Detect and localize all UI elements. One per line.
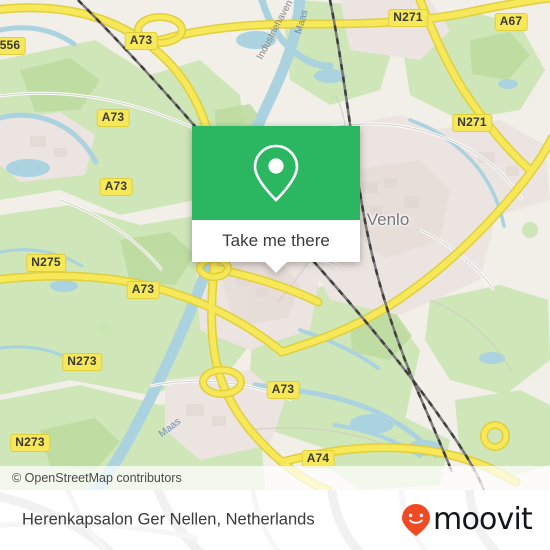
openstreetmap-attribution[interactable]: © OpenStreetMap contributors [0, 471, 182, 485]
map-canvas[interactable]: Venlo Industriehaven Maas Maas 556 A73 N… [0, 0, 550, 490]
road-shield-556[interactable]: 556 [0, 37, 26, 55]
footer-bar: Herenkapsalon Ger Nellen, Netherlands mo… [0, 490, 550, 550]
road-shield-n271[interactable]: N271 [452, 114, 492, 132]
screenshot-root: Venlo Industriehaven Maas Maas 556 A73 N… [0, 0, 550, 550]
take-me-there-popup[interactable]: Take me there [192, 126, 360, 273]
road-shield-a73[interactable]: A73 [124, 32, 158, 50]
road-shield-a67[interactable]: A67 [494, 13, 528, 31]
take-me-there-label: Take me there [222, 231, 330, 250]
road-shield-n275[interactable]: N275 [26, 254, 66, 272]
road-shield-n273[interactable]: N273 [10, 434, 50, 452]
moovit-wordmark: moovit [433, 502, 533, 537]
road-shield-n273[interactable]: N273 [62, 353, 102, 371]
moovit-brand[interactable]: moovit [401, 502, 533, 537]
road-shield-n271[interactable]: N271 [388, 9, 428, 27]
map-place-label-venlo: Venlo [366, 210, 410, 229]
road-shield-a73[interactable]: A73 [126, 281, 160, 299]
road-shield-a73[interactable]: A73 [266, 381, 300, 399]
popup-pointer-tail [265, 262, 287, 273]
location-title: Herenkapsalon Ger Nellen, Netherlands [22, 510, 315, 529]
map-attribution-bar: © OpenStreetMap contributors [0, 466, 550, 490]
road-shield-a73[interactable]: A73 [96, 109, 130, 127]
map-pin-icon [253, 144, 299, 202]
road-shield-a73[interactable]: A73 [99, 178, 133, 196]
moovit-pin-icon [402, 504, 431, 536]
popup-icon-panel [192, 126, 360, 220]
popup-action-panel[interactable]: Take me there [192, 220, 360, 262]
